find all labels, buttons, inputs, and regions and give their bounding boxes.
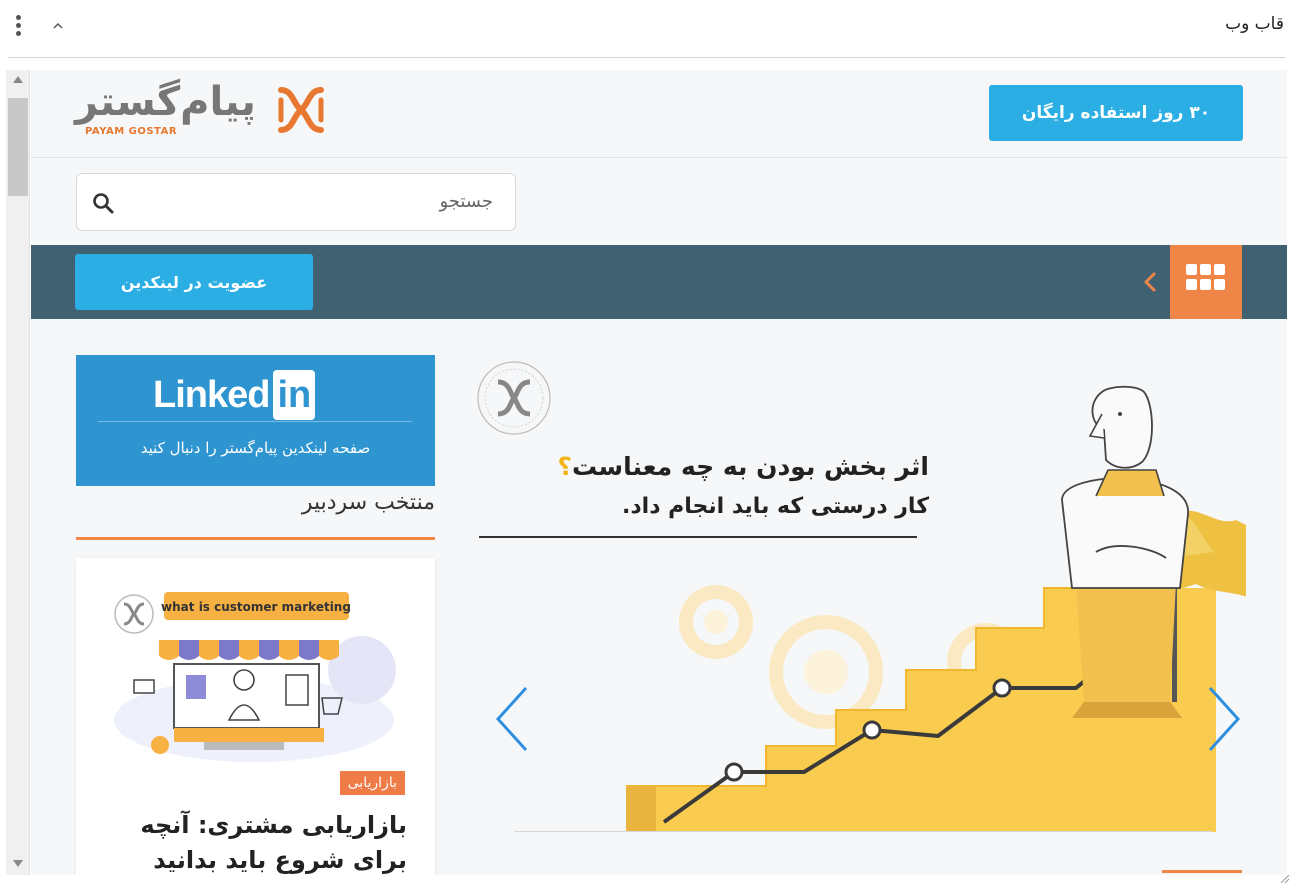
resize-grip-icon[interactable] [1280,874,1290,884]
linkedin-divider [98,421,412,422]
post-image-caption: what is customer marketing [161,600,351,614]
post-thumbnail-illustration: what is customer marketing [114,592,396,762]
post-card[interactable]: what is customer marketing بازاریابی باز… [76,558,435,875]
slide-illustration [477,361,1246,832]
chevron-left-icon[interactable] [1143,271,1157,293]
collapse-chevron-icon[interactable] [50,18,66,34]
post-category-tag[interactable]: بازاریابی [339,771,405,795]
linkedin-in-text: in [277,373,312,416]
linkedin-word: Linked [153,373,270,416]
scroll-down-arrow-icon[interactable] [13,860,23,867]
linkedin-join-button[interactable]: عضویت در لینکدین [75,254,313,310]
logo-text-fa: پیام‌گستر [75,79,257,125]
slide-subtitle: کار درستی که باید انجام داد. [622,494,929,519]
main-navbar: عضویت در لینکدین [31,245,1287,319]
scroll-thumb[interactable] [8,98,28,196]
editors-pick-title: منتخب سردبیر [301,490,435,515]
slider-next-arrow-icon[interactable] [1204,684,1244,754]
site-header: پیام‌گستر PAYAM GOSTAR ۳۰ روز استفاده را… [31,70,1287,158]
slide-title: اثر بخش بودن به چه معناست؟ [558,452,929,481]
slide-baseline [514,831,1212,832]
search-box[interactable]: جستجو [76,173,516,231]
header-divider [8,57,1285,58]
panel-header: قاب وب [0,0,1300,58]
logo-mark-icon [278,87,324,133]
linkedin-card-subtitle: صفحه لینکدین پیام‌گستر را دنبال کنید [140,439,371,457]
site-logo[interactable]: پیام‌گستر PAYAM GOSTAR [75,82,327,142]
post-title[interactable]: بازاریابی مشتری: آنچه برای شروع باید بدا… [107,808,407,875]
vertical-scrollbar[interactable] [6,70,30,875]
slide-title-text: اثر بخش بودن به چه معناست [572,452,929,481]
slider-prev-arrow-icon[interactable] [492,684,532,754]
linkedin-follow-card[interactable]: Linked in صفحه لینکدین پیام‌گستر را دنبا… [76,355,435,486]
scroll-up-arrow-icon[interactable] [13,76,23,83]
panel-title: قاب وب [1225,14,1284,34]
slide-title-mark: ؟ [557,452,573,481]
logo-text-en: PAYAM GOSTAR [85,126,178,137]
more-options-icon[interactable] [10,13,26,43]
editors-pick-underline [76,537,435,540]
web-frame: پیام‌گستر PAYAM GOSTAR ۳۰ روز استفاده را… [31,70,1287,875]
grid-menu-icon [1186,264,1226,296]
search-icon[interactable] [91,191,115,215]
slider-indicator[interactable] [1162,870,1242,873]
linkedin-logo: Linked in [153,367,316,423]
search-input[interactable]: جستجو [439,191,493,212]
menu-button[interactable] [1170,245,1242,319]
linkedin-in-box: in [273,370,316,420]
free-trial-button[interactable]: ۳۰ روز استفاده رایگان [989,85,1243,141]
slide-underline [479,536,917,538]
hero-slider: اثر بخش بودن به چه معناست؟ کار درستی که … [476,352,1246,842]
